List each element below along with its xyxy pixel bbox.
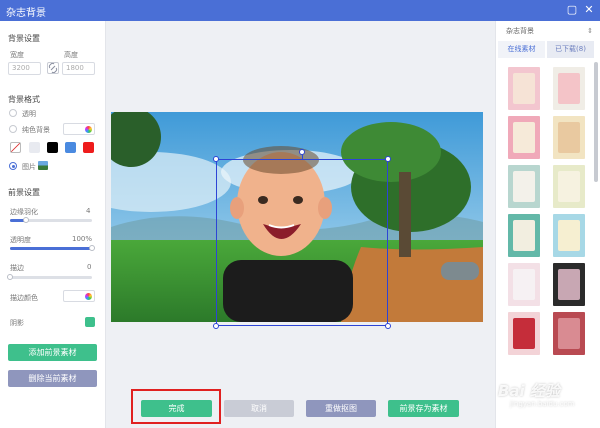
stroke-slider[interactable]	[7, 274, 92, 280]
resize-handle-tl[interactable]	[213, 156, 219, 162]
radio-transparent[interactable]	[9, 109, 17, 117]
width-input[interactable]: 3200	[8, 62, 41, 75]
shadow-label: 阴影	[10, 319, 24, 327]
title-bar: 杂志背景 ▢ ✕	[0, 0, 600, 21]
background-settings-title: 背景设置	[8, 34, 40, 43]
material-thumbnail[interactable]	[553, 263, 585, 306]
add-foreground-button[interactable]: 添加前景素材	[8, 344, 97, 361]
resize-handle-br[interactable]	[385, 323, 391, 329]
watermark-text: Bai 经验	[498, 382, 560, 400]
height-label: 高度	[64, 51, 78, 59]
thumbnail-frame	[558, 73, 580, 104]
material-thumbnail[interactable]	[508, 165, 540, 208]
material-thumbnail[interactable]	[508, 67, 540, 110]
thumbnail-frame	[558, 171, 580, 202]
thumbnail-frame	[513, 220, 535, 251]
swatch-black[interactable]	[47, 142, 58, 153]
rotate-handle[interactable]	[299, 149, 305, 155]
feather-value: 4	[86, 207, 91, 215]
swatch-light-grey[interactable]	[29, 142, 40, 153]
opacity-slider-knob[interactable]	[89, 245, 95, 251]
width-label: 宽度	[10, 51, 24, 59]
maximize-icon[interactable]: ▢	[565, 3, 579, 17]
color-wheel-icon	[85, 126, 92, 133]
thumbnail-frame	[558, 269, 580, 300]
radio-image[interactable]	[9, 162, 17, 170]
opacity-value: 100%	[72, 235, 93, 243]
opt-image-label: 图片	[22, 163, 36, 171]
feather-slider[interactable]	[10, 217, 92, 223]
solid-color-picker[interactable]	[63, 123, 95, 135]
material-thumbnail[interactable]	[508, 312, 540, 355]
resize-handle-bl[interactable]	[213, 323, 219, 329]
thumbnail-frame	[513, 269, 535, 300]
material-thumbnail[interactable]	[553, 116, 585, 159]
chevron-updown-icon: ⇕	[587, 27, 593, 35]
thumbnail-frame	[558, 318, 580, 349]
save-foreground-button[interactable]: 前景存为素材	[388, 400, 459, 417]
rotate-handle-line	[302, 155, 303, 159]
window-title: 杂志背景	[6, 8, 46, 19]
thumbnail-frame	[513, 73, 535, 104]
material-thumbnail[interactable]	[553, 214, 585, 257]
radio-solid-color[interactable]	[9, 125, 17, 133]
foreground-settings-title: 前景设置	[8, 188, 40, 197]
thumbnail-frame	[513, 171, 535, 202]
material-thumbnail[interactable]	[508, 263, 540, 306]
resize-handle-tr[interactable]	[385, 156, 391, 162]
opt-transparent-label: 透明	[22, 110, 36, 118]
color-wheel-icon	[85, 293, 92, 300]
background-format-title: 背景格式	[8, 95, 40, 104]
stroke-color-picker[interactable]	[63, 290, 95, 302]
material-thumbnail[interactable]	[553, 312, 585, 355]
thumbnail-frame	[558, 220, 580, 251]
swatch-red[interactable]	[83, 142, 94, 153]
category-dropdown[interactable]: 杂志背景 ⇕	[503, 25, 595, 38]
swatch-none[interactable]	[10, 142, 21, 153]
material-thumbnail[interactable]	[553, 67, 585, 110]
close-icon[interactable]: ✕	[582, 3, 596, 17]
material-thumbnail[interactable]	[508, 116, 540, 159]
left-settings-panel	[0, 21, 106, 428]
selection-box[interactable]	[216, 159, 388, 326]
thumbnail-frame	[513, 318, 535, 349]
reselect-button[interactable]: 重做抠图	[306, 400, 376, 417]
image-icon	[38, 161, 48, 170]
opt-solid-label: 纯色背景	[22, 126, 50, 134]
stroke-color-label: 描边颜色	[10, 294, 38, 302]
feather-label: 边缘羽化	[10, 208, 38, 216]
opacity-slider-fill	[10, 247, 92, 250]
cancel-button[interactable]: 取消	[224, 400, 294, 417]
link-ratio-icon[interactable]	[47, 62, 59, 74]
category-dropdown-value: 杂志背景	[506, 27, 534, 35]
highlight-frame	[131, 389, 221, 424]
stroke-label: 描边	[10, 264, 24, 272]
swatch-blue[interactable]	[65, 142, 76, 153]
opacity-label: 透明度	[10, 236, 31, 244]
thumbnail-frame	[513, 122, 535, 153]
tab-downloaded[interactable]: 已下载(8)	[547, 41, 594, 58]
delete-foreground-button[interactable]: 删除当前素材	[8, 370, 97, 387]
stroke-slider-knob[interactable]	[7, 274, 13, 280]
stroke-value: 0	[87, 263, 92, 271]
material-thumbnail[interactable]	[553, 165, 585, 208]
thumbnail-scrollbar[interactable]	[594, 62, 598, 182]
thumbnail-frame	[558, 122, 580, 153]
tab-online-materials[interactable]: 在线素材	[498, 41, 545, 58]
height-input[interactable]: 1800	[62, 62, 95, 75]
shadow-toggle[interactable]	[85, 317, 95, 327]
material-thumbnail[interactable]	[508, 214, 540, 257]
opacity-slider[interactable]	[10, 245, 95, 251]
watermark-url: jingyan.baidu.com	[510, 400, 575, 408]
